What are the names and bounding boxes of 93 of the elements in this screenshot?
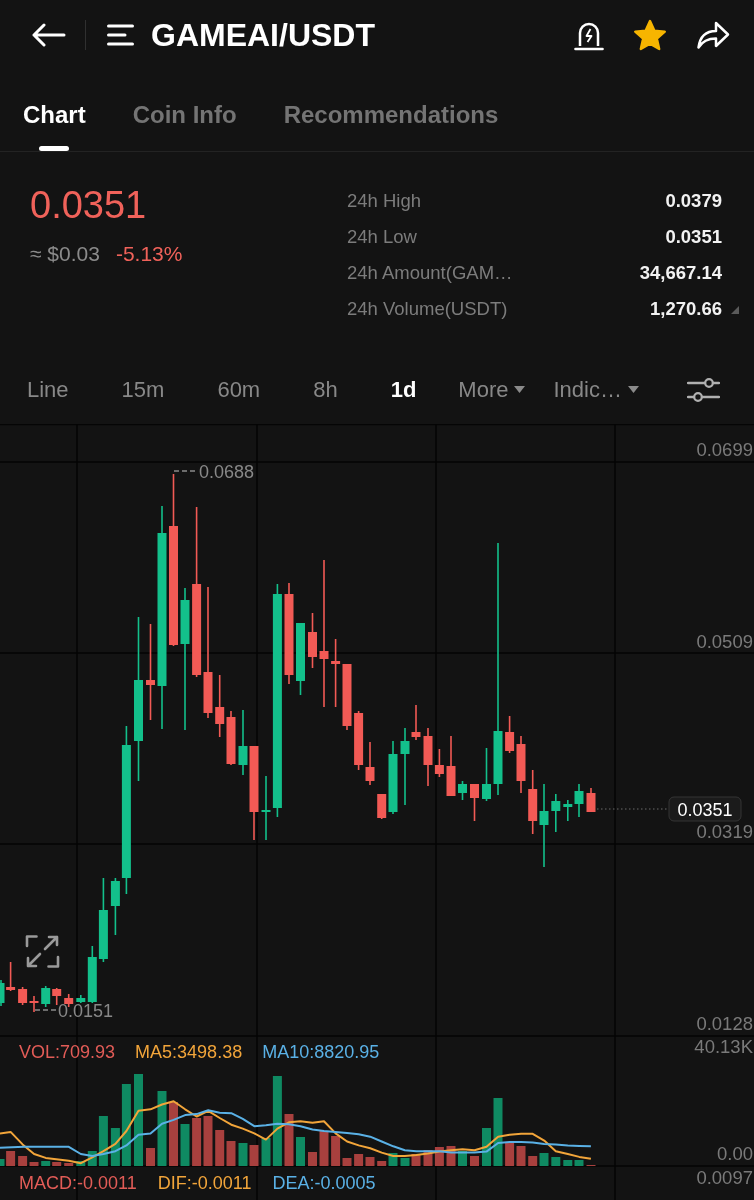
stat-value: 0.0379 [665, 190, 722, 212]
volume-bar [551, 1157, 561, 1166]
volume-bar [365, 1157, 375, 1166]
candle [41, 985, 51, 1008]
candle [586, 787, 596, 813]
volume-bar [238, 1143, 248, 1166]
tab[interactable]: Chart [23, 100, 86, 151]
fiat-price: ≈ $0.03 [30, 241, 100, 267]
volume-bar [470, 1156, 479, 1166]
volume-bar [319, 1131, 329, 1166]
dropdown-button[interactable]: More [458, 374, 526, 405]
candle [308, 612, 317, 669]
candle [52, 987, 62, 1006]
price-axis-label: 0.0319 [696, 821, 753, 842]
volume-legend-item: MA5:3498.38 [135, 1041, 243, 1063]
stat-label: 24h Amount(GAM… [347, 262, 513, 284]
volume-legend-item: VOL:709.93 [19, 1041, 116, 1063]
candle [18, 986, 28, 1006]
menu-icon[interactable] [107, 24, 134, 46]
candle [482, 747, 491, 802]
volume-bar [296, 1137, 305, 1166]
last-price-tag: 0.0351 [668, 796, 742, 822]
volume-bar [434, 1147, 444, 1166]
volume-bar [493, 1098, 503, 1166]
volume-bar [505, 1142, 515, 1166]
high-leader-line [173, 470, 198, 472]
candle [331, 638, 341, 708]
volume-bar [249, 1145, 259, 1166]
candle [365, 741, 375, 786]
price-axis-label: 0.0509 [696, 631, 753, 652]
star-icon[interactable] [633, 18, 667, 52]
volume-axis-label: 40.13K [694, 1036, 753, 1057]
stat-label: 24h High [347, 190, 423, 212]
volume-bar [308, 1152, 317, 1166]
volume-bar [64, 1163, 74, 1166]
volume-bar [284, 1114, 294, 1166]
volume-bar [446, 1146, 456, 1166]
interval-tab[interactable]: 60m [217, 374, 261, 405]
last-price: 0.0351 [30, 183, 148, 227]
candle [528, 769, 538, 835]
stat-label: 24h Volume(USDT) [347, 298, 509, 320]
tab[interactable]: Recommendations [283, 100, 499, 151]
candle [446, 735, 456, 797]
interval-tab[interactable]: 8h [313, 374, 338, 405]
interval-tab[interactable]: 15m [121, 374, 165, 405]
interval-tab[interactable]: 1d [390, 374, 417, 405]
candle [29, 995, 39, 1013]
high-price-label: 0.0688 [199, 462, 255, 482]
macd-axis-label: 0.0097 [696, 1167, 753, 1188]
volume-bar [423, 1150, 433, 1166]
volume-axis-label: 0.00 [717, 1143, 753, 1164]
candle [215, 674, 225, 738]
macd-legend-item: DEA:-0.0005 [272, 1172, 376, 1194]
expand-icon[interactable] [25, 935, 60, 968]
corner-triangle-icon [731, 306, 739, 314]
volume-bar [354, 1154, 364, 1166]
macd-legend-item: DIF:-0.0011 [157, 1172, 252, 1194]
volume-bar [203, 1116, 213, 1166]
volume-bar [482, 1128, 491, 1166]
candle [342, 663, 352, 731]
volume-bar [539, 1153, 549, 1166]
caret-icon [514, 386, 526, 393]
volume-bar [458, 1151, 467, 1166]
candle [470, 783, 479, 822]
stat-value: 1,270.66 [650, 298, 722, 320]
candle [226, 710, 236, 766]
candle [458, 780, 467, 801]
volume-bar [169, 1102, 178, 1166]
volume-bar [180, 1124, 190, 1166]
share-icon[interactable] [696, 20, 730, 50]
caret-icon [627, 386, 639, 393]
low-price-label: 0.0151 [58, 1001, 114, 1021]
stat-label: 24h Low [347, 226, 418, 248]
macd-legend-item: MACD:-0.0011 [19, 1172, 137, 1194]
stat-value: 34,667.14 [639, 262, 722, 284]
dropdown-button[interactable]: Indic… [553, 374, 639, 405]
interval-tab[interactable]: Line [27, 374, 69, 405]
back-arrow-icon[interactable] [32, 23, 66, 47]
settings-sliders-icon[interactable] [687, 376, 720, 403]
volume-bar [528, 1156, 538, 1166]
tab[interactable]: Coin Info [132, 100, 237, 151]
candle [551, 793, 561, 833]
price-change: -5.13% [115, 241, 183, 267]
price-axis-label: 0.0128 [696, 1013, 753, 1034]
candle [354, 710, 364, 771]
volume-legend-item: MA10:8820.95 [262, 1041, 380, 1063]
low-leader-line [34, 1009, 57, 1011]
stat-value: 0.0351 [665, 226, 722, 248]
volume-bar [516, 1146, 526, 1166]
volume-bar [192, 1118, 202, 1166]
volume-bar [146, 1148, 155, 1166]
price-axis-label: 0.0699 [696, 439, 753, 460]
pair-title: GAMEAI/USDT [151, 16, 375, 54]
